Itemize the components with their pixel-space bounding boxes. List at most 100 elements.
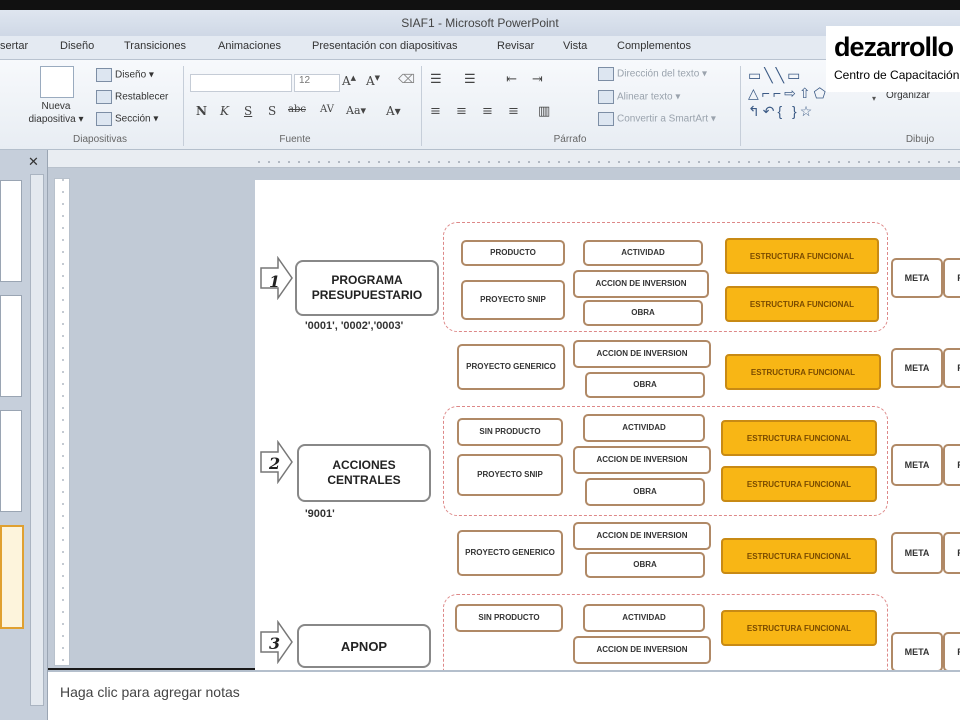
slide-canvas[interactable]: 1 PROGRAMA PRESUPUESTARIO '0001', '0002'… bbox=[255, 180, 960, 696]
obra-box[interactable]: OBRA bbox=[585, 372, 705, 398]
layout-button[interactable]: Diseño ▾ bbox=[96, 68, 154, 82]
close-pane-icon[interactable]: ✕ bbox=[28, 154, 39, 170]
meta-box[interactable]: META bbox=[891, 258, 943, 298]
grow-font-icon[interactable]: A▲ bbox=[342, 74, 356, 88]
tab-animaciones[interactable]: Animaciones bbox=[218, 40, 281, 52]
group-label-parrafo: Párrafo bbox=[553, 134, 587, 145]
meta-box[interactable]: META bbox=[891, 348, 943, 388]
text-direction-button[interactable]: Dirección del texto ▾ bbox=[598, 67, 707, 81]
slide-thumbnail-selected[interactable] bbox=[0, 525, 24, 629]
section-button[interactable]: Sección ▾ bbox=[96, 112, 158, 126]
estructura-funcional-box[interactable]: ESTRUCTURA FUNCIONAL bbox=[721, 610, 877, 646]
text-direction-icon bbox=[598, 67, 614, 81]
sin-producto-box[interactable]: SIN PRODUCTO bbox=[455, 604, 563, 632]
estructura-funcional-box[interactable]: ESTRUCTURA FUNCIONAL bbox=[721, 538, 877, 574]
tab-transiciones[interactable]: Transiciones bbox=[124, 40, 186, 52]
section-title-box[interactable]: ACCIONES CENTRALES bbox=[297, 444, 431, 502]
obra-box[interactable]: OBRA bbox=[585, 478, 705, 506]
section-number: 3 bbox=[269, 634, 281, 653]
reset-button[interactable]: Restablecer bbox=[96, 90, 168, 104]
section-number: 1 bbox=[269, 272, 281, 291]
numbering-icon[interactable]: ☰ bbox=[464, 72, 476, 87]
actividad-box[interactable]: ACTIVIDAD bbox=[583, 414, 705, 442]
clear-format-icon[interactable]: ⌫ bbox=[398, 72, 415, 86]
proyecto-snip-box[interactable]: PROYECTO SNIP bbox=[457, 454, 563, 496]
group-label-fuente: Fuente bbox=[279, 134, 311, 145]
slide-thumbnail[interactable] bbox=[0, 180, 22, 282]
font-color-icon[interactable]: A▾ bbox=[386, 104, 401, 118]
underline-icon[interactable]: S bbox=[244, 104, 252, 118]
obra-box[interactable]: OBRA bbox=[583, 300, 703, 326]
actividad-box[interactable]: ACTIVIDAD bbox=[583, 604, 705, 632]
section-title-box[interactable]: APNOP bbox=[297, 624, 431, 668]
align-text-button[interactable]: Alinear texto ▾ bbox=[598, 90, 680, 104]
window-title: SIAF1 - Microsoft PowerPoint bbox=[0, 10, 960, 36]
accion-inversion-box[interactable]: ACCION DE INVERSION bbox=[573, 446, 711, 474]
align-center-icon[interactable]: ≡ bbox=[456, 104, 467, 119]
tab-presentacion[interactable]: Presentación con diapositivas bbox=[312, 40, 458, 52]
proyecto-snip-box[interactable]: PROYECTO SNIP bbox=[461, 280, 565, 320]
justify-icon[interactable]: ≡ bbox=[508, 104, 519, 119]
ribbon: Nueva diapositiva ▾ Diseño ▾ Restablecer… bbox=[0, 60, 960, 150]
f-box[interactable]: F bbox=[943, 258, 960, 298]
font-name-field[interactable] bbox=[190, 74, 292, 92]
producto-box[interactable]: PRODUCTO bbox=[461, 240, 565, 266]
f-box[interactable]: F bbox=[943, 444, 960, 486]
proyecto-generico-box[interactable]: PROYECTO GENERICO bbox=[457, 344, 565, 390]
slide-thumbnail[interactable] bbox=[0, 295, 22, 397]
estructura-funcional-box[interactable]: ESTRUCTURA FUNCIONAL bbox=[721, 420, 877, 456]
proyecto-generico-box[interactable]: PROYECTO GENERICO bbox=[457, 530, 563, 576]
section-icon bbox=[96, 112, 112, 126]
meta-box[interactable]: META bbox=[891, 632, 943, 672]
italic-icon[interactable]: K bbox=[220, 104, 229, 118]
sin-producto-box[interactable]: SIN PRODUCTO bbox=[457, 418, 563, 446]
section-codes: '0001', '0002','0003' bbox=[305, 320, 404, 332]
shapes-gallery[interactable]: ▭╲╲▭ △⌐⌐⇨⇧⬠ ↰↶{ }☆ bbox=[748, 66, 829, 120]
bullets-icon[interactable]: ☰ bbox=[430, 72, 442, 87]
estructura-funcional-box[interactable]: ESTRUCTURA FUNCIONAL bbox=[725, 354, 881, 390]
smartart-button[interactable]: Convertir a SmartArt ▾ bbox=[598, 112, 716, 126]
obra-box[interactable]: OBRA bbox=[585, 552, 705, 578]
shadow-icon[interactable]: S bbox=[268, 104, 276, 118]
notes-pane[interactable]: Haga clic para agregar notas bbox=[48, 670, 960, 720]
spacing-icon[interactable]: AV bbox=[320, 104, 334, 115]
meta-box[interactable]: META bbox=[891, 532, 943, 574]
actividad-box[interactable]: ACTIVIDAD bbox=[583, 240, 703, 266]
tab-diseno[interactable]: Diseño bbox=[60, 40, 94, 52]
ruler-ticks bbox=[62, 179, 64, 667]
columns-icon[interactable]: ▥ bbox=[538, 104, 550, 119]
meta-box[interactable]: META bbox=[891, 444, 943, 486]
group-separator bbox=[740, 66, 741, 146]
accion-inversion-box[interactable]: ACCION DE INVERSION bbox=[573, 340, 711, 368]
group-label-dibujo: Dibujo bbox=[905, 134, 935, 145]
slide-thumbnail[interactable] bbox=[0, 410, 22, 512]
estructura-funcional-box[interactable]: ESTRUCTURA FUNCIONAL bbox=[725, 238, 879, 274]
tab-insertar[interactable]: sertar bbox=[0, 40, 28, 52]
accion-inversion-box[interactable]: ACCION DE INVERSION bbox=[573, 270, 709, 298]
new-slide-icon[interactable] bbox=[40, 66, 74, 98]
change-case-icon[interactable]: Aa▾ bbox=[346, 104, 366, 117]
f-box[interactable]: F bbox=[943, 632, 960, 672]
new-slide-button[interactable]: Nueva diapositiva ▾ bbox=[22, 100, 90, 126]
align-left-icon[interactable]: ≡ bbox=[430, 104, 441, 119]
estructura-funcional-box[interactable]: ESTRUCTURA FUNCIONAL bbox=[721, 466, 877, 502]
accion-inversion-box[interactable]: ACCION DE INVERSION bbox=[573, 522, 711, 550]
f-box[interactable]: F bbox=[943, 532, 960, 574]
tab-revisar[interactable]: Revisar bbox=[497, 40, 534, 52]
align-right-icon[interactable]: ≡ bbox=[482, 104, 493, 119]
outdent-icon[interactable]: ⇥ bbox=[532, 72, 543, 87]
bold-icon[interactable]: N bbox=[196, 104, 207, 118]
section-title-box[interactable]: PROGRAMA PRESUPUESTARIO bbox=[295, 260, 439, 316]
smartart-icon bbox=[598, 112, 614, 126]
strikethrough-icon[interactable]: abc bbox=[288, 104, 306, 115]
indent-icon[interactable]: ⇤ bbox=[506, 72, 517, 87]
shrink-font-icon[interactable]: A▼ bbox=[366, 74, 380, 88]
group-label-diapositivas: Diapositivas bbox=[73, 134, 127, 145]
estructura-funcional-box[interactable]: ESTRUCTURA FUNCIONAL bbox=[725, 286, 879, 322]
tab-vista[interactable]: Vista bbox=[563, 40, 587, 52]
tab-complementos[interactable]: Complementos bbox=[617, 40, 691, 52]
f-box[interactable]: F bbox=[943, 348, 960, 388]
font-size-field[interactable]: 12 bbox=[294, 74, 340, 92]
accion-inversion-box[interactable]: ACCION DE INVERSION bbox=[573, 636, 711, 664]
thumbnail-scrollbar[interactable] bbox=[30, 174, 44, 706]
